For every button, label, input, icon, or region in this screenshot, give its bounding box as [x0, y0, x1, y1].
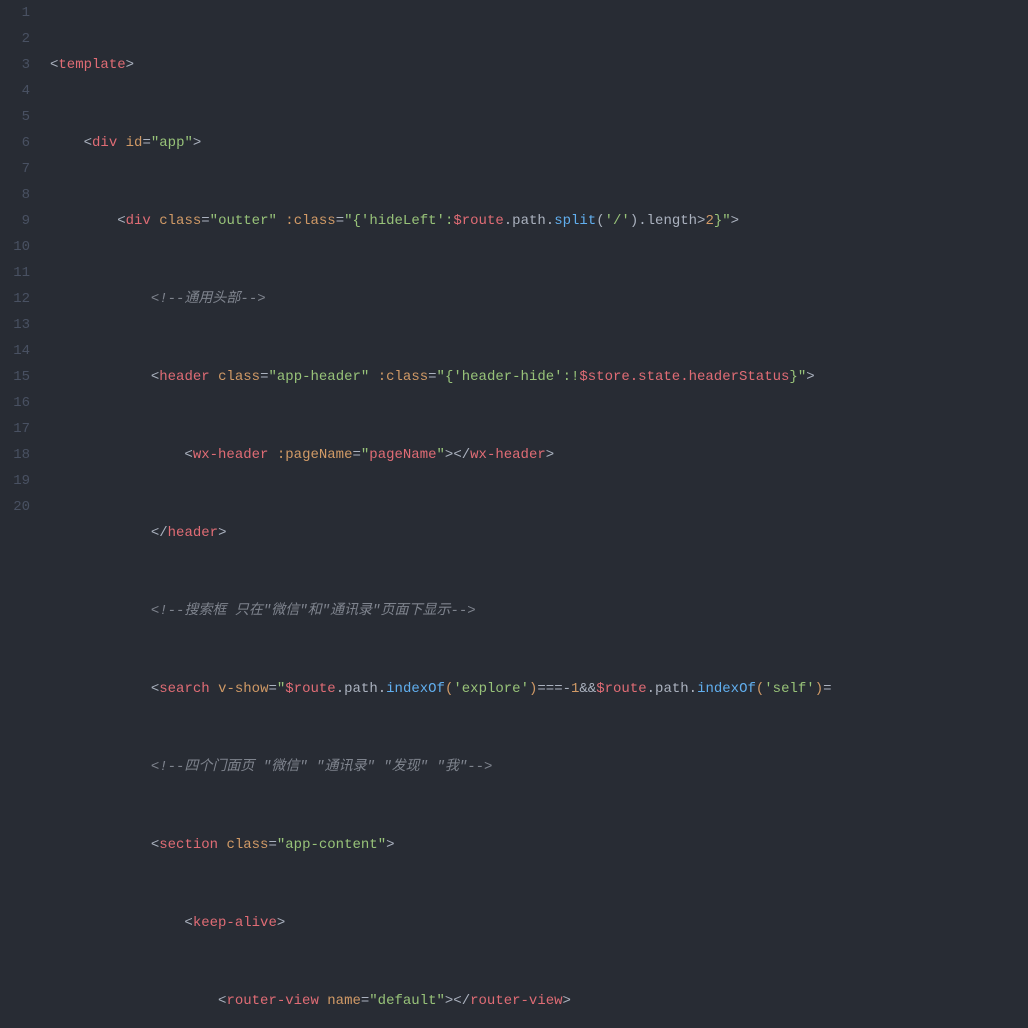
line-number: 8 — [0, 182, 30, 208]
line-number: 10 — [0, 234, 30, 260]
line-number: 14 — [0, 338, 30, 364]
code-line: <div id="app"> — [50, 130, 1028, 156]
line-number: 11 — [0, 260, 30, 286]
line-number: 2 — [0, 26, 30, 52]
code-line: <header class="app-header" :class="{'hea… — [50, 364, 1028, 390]
code-line: <keep-alive> — [50, 910, 1028, 936]
line-number: 17 — [0, 416, 30, 442]
code-line: <div class="outter" :class="{'hideLeft':… — [50, 208, 1028, 234]
line-number: 18 — [0, 442, 30, 468]
line-number: 9 — [0, 208, 30, 234]
code-line: </header> — [50, 520, 1028, 546]
code-area[interactable]: <template> <div id="app"> <div class="ou… — [46, 0, 1028, 514]
line-number: 12 — [0, 286, 30, 312]
code-line: <!--搜索框 只在"微信"和"通讯录"页面下显示--> — [50, 598, 1028, 624]
code-editor: 1 2 3 4 5 6 7 8 9 10 11 12 13 14 15 16 1… — [0, 0, 1028, 514]
line-number: 3 — [0, 52, 30, 78]
line-number: 6 — [0, 130, 30, 156]
code-line: <router-view name="default"></router-vie… — [50, 988, 1028, 1014]
line-number-gutter: 1 2 3 4 5 6 7 8 9 10 11 12 13 14 15 16 1… — [0, 0, 46, 514]
code-line: <wx-header :pageName="pageName"></wx-hea… — [50, 442, 1028, 468]
code-line: <!--通用头部--> — [50, 286, 1028, 312]
line-number: 4 — [0, 78, 30, 104]
line-number: 19 — [0, 468, 30, 494]
code-line: <template> — [50, 52, 1028, 78]
line-number: 7 — [0, 156, 30, 182]
line-number: 1 — [0, 0, 30, 26]
line-number: 20 — [0, 494, 30, 520]
line-number: 5 — [0, 104, 30, 130]
code-line: <!--四个门面页 "微信" "通讯录" "发现" "我"--> — [50, 754, 1028, 780]
code-line: <section class="app-content"> — [50, 832, 1028, 858]
code-line: <search v-show="$route.path.indexOf('exp… — [50, 676, 1028, 702]
line-number: 15 — [0, 364, 30, 390]
line-number: 13 — [0, 312, 30, 338]
line-number: 16 — [0, 390, 30, 416]
